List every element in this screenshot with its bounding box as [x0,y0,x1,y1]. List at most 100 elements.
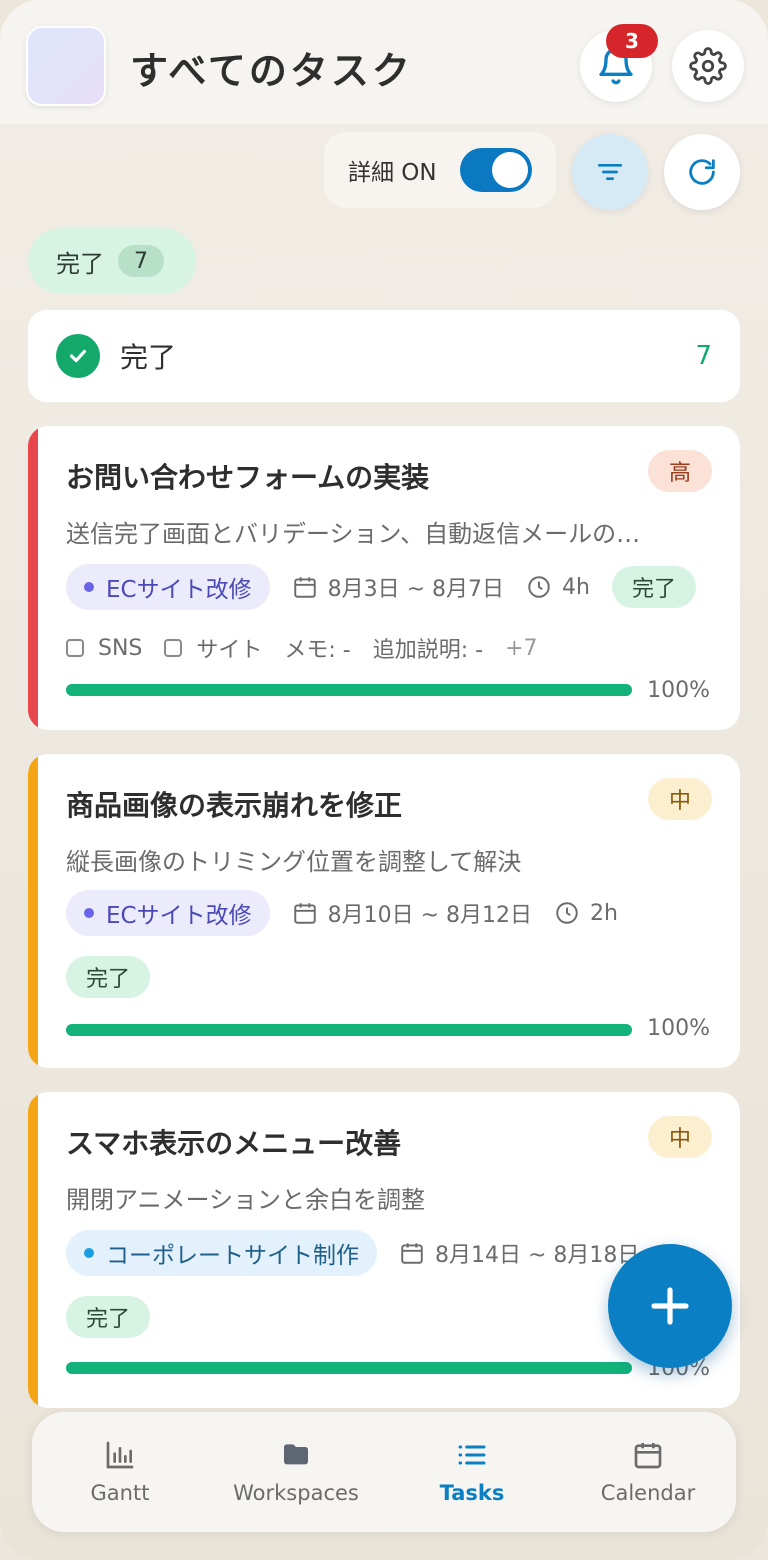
project-tag[interactable]: ECサイト改修 [66,890,270,936]
task-title: 商品画像の表示崩れを修正 [66,789,403,822]
group-header-done[interactable]: 完了 7 [28,310,740,402]
refresh-button[interactable] [664,134,740,210]
app-logo[interactable] [26,26,106,106]
list-icon [458,1445,486,1465]
check-circle-icon [56,334,100,378]
priority-stripe [28,754,38,1068]
more-fields-count[interactable]: +7 [505,636,537,661]
header: すべてのタスク 3 [0,0,768,124]
calendar-icon [634,1443,662,1469]
task-dates: 8月10日 ~ 8月12日 [292,897,532,929]
detail-toggle-label: 詳細 ON [348,160,437,186]
task-dates: 8月3日 ~ 8月7日 [292,571,504,603]
calendar-icon [293,903,316,924]
page-title: すべてのタスク [130,49,413,93]
status-badge: 完了 [66,1296,151,1338]
checkbox[interactable] [164,639,183,657]
checkbox[interactable] [66,639,84,657]
task-card[interactable]: 商品画像の表示崩れを修正 中 縦長画像のトリミング位置を調整して解決 ECサイト… [28,754,740,1068]
date-range: 8月10日 ~ 8月12日 [327,903,532,928]
task-extras: SNS サイト メモ: - 追加説明: - +7 [66,632,560,664]
clock-icon [556,902,578,924]
settings-button[interactable] [672,30,744,102]
status-badge: 完了 [66,956,151,998]
gear-icon [689,47,727,85]
task-description: 縦長画像のトリミング位置を調整して解決 [66,848,522,876]
status-filter-pill[interactable]: 完了 7 [28,228,196,294]
project-name: ECサイト改修 [106,577,252,603]
nav-item-gantt[interactable]: Gantt [32,1412,208,1532]
project-name: コーポレートサイト制作 [106,1243,359,1269]
duration-value: 4h [562,574,590,600]
calendar-icon [293,577,316,598]
project-tag[interactable]: ECサイト改修 [66,564,270,610]
detail-toggle[interactable]: 詳細 ON [324,132,556,208]
task-duration: 4h [526,574,590,600]
checklist-item[interactable]: サイト [164,632,262,664]
task-title: スマホ表示のメニュー改善 [66,1127,402,1160]
clock-icon [528,576,550,598]
duration-value: 2h [590,900,618,926]
plus-icon [651,1287,689,1325]
progress-percent: 100% [647,678,710,703]
nav-label: Tasks [439,1481,505,1505]
task-card[interactable]: スマホ表示のメニュー改善 中 開閉アニメーションと余白を調整 コーポレートサイト… [28,1092,740,1408]
task-description: 開閉アニメーションと余白を調整 [66,1186,426,1214]
nav-item-tasks[interactable]: Tasks [384,1412,560,1532]
bottom-nav: Gantt Workspaces Tasks Calendar [32,1412,736,1532]
status-filter-label: 完了 [56,249,104,278]
nav-item-calendar[interactable]: Calendar [560,1412,736,1532]
detail-switch-knob [492,152,528,188]
progress-fill [66,1362,632,1374]
filter-button[interactable] [572,134,648,210]
nav-label: Workspaces [233,1481,359,1505]
group-title: 完了 [120,341,177,374]
status-filter-count: 7 [118,245,164,277]
task-card[interactable]: お問い合わせフォームの実装 高 送信完了画面とバリデーション、自動返信メールの…… [28,426,740,730]
notification-badge: 3 [606,24,658,58]
project-tag[interactable]: コーポレートサイト制作 [66,1230,377,1276]
priority-stripe [28,1092,38,1408]
calendar-icon [401,1243,423,1264]
task-duration: 2h [554,900,618,926]
group-count: 7 [695,341,712,371]
task-description: 送信完了画面とバリデーション、自動返信メールの… [66,520,641,548]
detail-switch[interactable] [460,148,532,192]
task-meta: ECサイト改修 8月3日 ~ 8月7日 4h 完了 [66,564,696,610]
nav-item-workspaces[interactable]: Workspaces [208,1412,384,1532]
checklist-item[interactable]: SNS [66,636,142,661]
task-meta: コーポレートサイト制作 8月14日 ~ 8月18日 [66,1230,639,1276]
task-title: お問い合わせフォームの実装 [66,461,430,494]
task-meta: ECサイト改修 8月10日 ~ 8月12日 2h [66,890,618,936]
date-range: 8月3日 ~ 8月7日 [327,577,505,602]
checklist-label: サイト [196,638,263,663]
checklist-label: SNS [98,635,143,661]
project-dot [84,1248,94,1258]
progress-fill [66,684,632,696]
progress-fill [66,1024,632,1036]
folder-icon [284,1444,308,1465]
filter-icon [598,164,622,180]
project-dot [84,908,94,918]
priority-badge: 高 [648,450,712,492]
add-task-button[interactable] [608,1244,732,1368]
nav-label: Calendar [600,1481,696,1505]
priority-badge: 中 [648,778,712,820]
project-dot [84,582,94,592]
gantt-chart-icon [106,1441,134,1469]
status-badge: 完了 [611,566,696,608]
nav-label: Gantt [90,1481,150,1505]
priority-stripe [28,426,38,730]
memo-field: メモ: - [284,638,351,663]
progress-bar [66,1362,632,1374]
refresh-icon [689,159,715,185]
date-range: 8月14日 ~ 8月18日 [435,1243,640,1268]
progress-bar [66,1024,632,1036]
project-name: ECサイト改修 [106,903,252,929]
progress-bar [66,684,632,696]
task-dates: 8月14日 ~ 8月18日 [399,1237,639,1269]
app-screen: すべてのタスク 3 詳細 ON 完了 7 完了 7 お問い合わせフォームの実装 … [0,0,768,1560]
progress-percent: 100% [647,1016,710,1041]
priority-badge: 中 [648,1116,712,1158]
extra-note-field: 追加説明: - [372,638,484,663]
